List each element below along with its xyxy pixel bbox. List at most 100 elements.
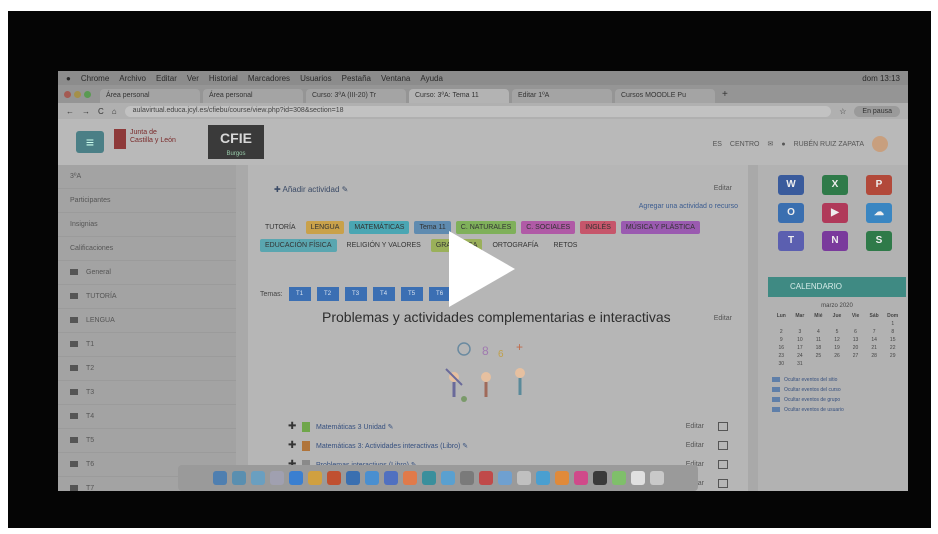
header-link: ES xyxy=(712,140,722,148)
svg-text:6: 6 xyxy=(498,349,504,360)
plus-icon: ✚ xyxy=(274,185,281,194)
dock-app-icon xyxy=(326,471,341,485)
dock-app-icon xyxy=(535,471,550,485)
completion-checkbox-icon xyxy=(718,422,728,431)
subject-chip: LENGUA xyxy=(305,221,345,234)
week-button: T3 xyxy=(344,287,367,301)
calendar-weekday: Vie xyxy=(851,313,860,319)
nav-item: T5 xyxy=(58,429,236,453)
calendar-day xyxy=(809,321,828,327)
new-tab-icon: + xyxy=(722,88,728,100)
play-icon[interactable] xyxy=(445,229,517,309)
calendar-weekday: Lun xyxy=(776,313,786,319)
calendar-day: 14 xyxy=(871,337,877,343)
cfie-logo-sub: Burgos xyxy=(226,151,246,157)
calendar-weekday: Dom xyxy=(887,313,899,319)
svg-text:8: 8 xyxy=(482,344,489,358)
dock-app-icon xyxy=(573,471,588,485)
minimize-window-icon xyxy=(74,90,81,98)
calendar-day: 13 xyxy=(852,337,859,343)
completion-checkbox-icon xyxy=(718,479,728,488)
calendar-day: 5 xyxy=(835,329,839,335)
nav-item-label: T2 xyxy=(86,365,95,372)
calendar-legend-label: Ocultar eventos del curso xyxy=(784,387,841,393)
calendar-day: 10 xyxy=(797,337,803,343)
calendar-day xyxy=(865,321,884,327)
calendar-day: 4 xyxy=(817,329,820,335)
menubar-item: Usuarios xyxy=(300,73,332,83)
star-icon: ☆ xyxy=(839,106,847,116)
subject-chip: EDUCACIÓN FÍSICA xyxy=(260,239,337,252)
nav-item: Insignias xyxy=(58,213,236,237)
folder-icon xyxy=(70,365,78,372)
calendar-day: 21 xyxy=(871,345,877,351)
close-window-icon xyxy=(64,90,71,98)
folder-icon xyxy=(70,437,78,444)
url-field: aulavirtual.educa.jcyl.es/cfiebu/course/… xyxy=(124,105,832,117)
calendar-legend: Ocultar eventos del sitio Ocultar eventos… xyxy=(772,375,902,415)
nav-item-label: T1 xyxy=(86,341,95,348)
calendar-day: 9 xyxy=(779,337,783,343)
menubar-item: Editar xyxy=(155,73,177,83)
hamburger-menu-icon: ≡ xyxy=(76,131,104,153)
dock-app-icon xyxy=(649,471,664,485)
dock-app-icon xyxy=(592,471,607,485)
header-link: CENTRO xyxy=(729,140,760,148)
calendar-day: 12 xyxy=(834,337,840,343)
subject-chip: MÚSICA Y PLÁSTICA xyxy=(620,221,700,234)
dock-app-icon xyxy=(250,471,265,485)
nav-item-label: TUTORÍA xyxy=(86,293,117,300)
week-button: T5 xyxy=(400,287,423,301)
eye-icon xyxy=(772,377,780,383)
calendar-day xyxy=(772,321,791,327)
calendar-weekday: Mar xyxy=(795,313,805,319)
calendar-day: 26 xyxy=(834,353,840,359)
jcyl-logo-line2: Castilla y León xyxy=(130,137,176,144)
jcyl-shield-icon xyxy=(114,129,126,149)
nav-item-label: Insignias xyxy=(70,221,98,228)
folder-icon xyxy=(70,389,78,396)
menubar-item: Ver xyxy=(186,73,199,83)
calendar-day: 29 xyxy=(889,353,896,359)
menubar-item: Chrome xyxy=(80,73,110,83)
calendar-day: 16 xyxy=(778,345,785,351)
nav-item-label: T6 xyxy=(86,461,95,468)
video-player[interactable]: ● Chrome Archivo Editar Ver Historial Ma… xyxy=(8,11,931,528)
dock-app-icon xyxy=(288,471,303,485)
nav-item: 3ºA xyxy=(58,165,236,189)
office-apps-block: W X P O ▶ ☁ T N S xyxy=(778,175,900,251)
forward-arrow-icon: → xyxy=(82,106,90,116)
calendar-day: 2 xyxy=(779,329,783,335)
folder-icon xyxy=(70,461,78,468)
office-app-icon: W xyxy=(778,175,804,195)
course-nav-drawer: 3ºA Participantes Insignias Calificacion… xyxy=(58,165,236,491)
office-app-icon: S xyxy=(866,231,892,251)
calendar-day: 1 xyxy=(891,321,895,327)
avatar xyxy=(872,136,888,152)
calendar-header: CALENDARIO xyxy=(768,277,906,297)
apple-icon: ● xyxy=(66,73,71,83)
nav-item: Calificaciones xyxy=(58,237,236,261)
subject-chip: RELIGIÓN Y VALORES xyxy=(341,239,426,252)
activity-row: ✚ Matemáticas 3: Actividades interactivas… xyxy=(288,436,728,455)
menubar-item: Marcadores xyxy=(247,73,291,83)
browser-tab: Curso: 3ºA (III-20) Tr xyxy=(306,89,406,103)
menubar-clock: dom 13:13 xyxy=(862,73,900,83)
nav-item-label: T4 xyxy=(86,413,95,420)
calendar-day: 15 xyxy=(889,337,896,343)
calendar-day xyxy=(846,321,865,327)
calendar-weekday: Sáb xyxy=(869,313,879,319)
calendar-day: 11 xyxy=(815,337,822,343)
activity-name: Matemáticas 3 Unidad ✎ xyxy=(316,423,394,431)
dock-app-icon xyxy=(212,471,227,485)
activity-edit-menu: Editar xyxy=(685,442,704,449)
calendar-day: 25 xyxy=(815,353,822,359)
menubar-item: Pestaña xyxy=(341,73,371,83)
office-app-icon: N xyxy=(822,231,848,251)
dock-app-icon xyxy=(478,471,493,485)
nav-item: TUTORÍA xyxy=(58,285,236,309)
calendar-day: 19 xyxy=(834,345,840,351)
calendar-day: 31 xyxy=(797,361,803,367)
browser-tab: Área personal xyxy=(100,89,200,103)
reload-icon: C xyxy=(98,106,104,116)
